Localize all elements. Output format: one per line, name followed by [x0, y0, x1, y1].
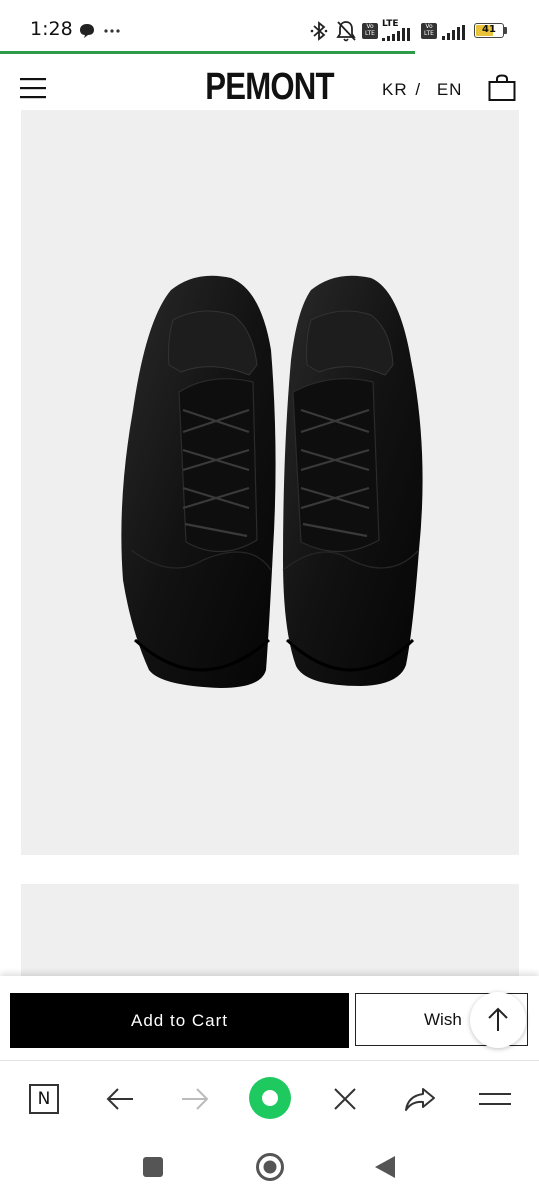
bell-off-icon [336, 21, 356, 42]
forward-arrow-icon [182, 1088, 209, 1110]
volte-icon-2: Vo LTE [421, 23, 437, 39]
chat-bubble-icon [80, 24, 94, 38]
lte-signal-icon [382, 28, 410, 41]
back-button[interactable] [100, 1079, 140, 1119]
home-circle-icon[interactable] [255, 1152, 285, 1182]
black-leather-sneakers-photo [121, 275, 423, 688]
arrow-up-icon [488, 1007, 508, 1031]
shopping-bag-icon[interactable] [488, 74, 516, 102]
lang-en-link[interactable]: EN [437, 80, 463, 99]
battery-icon: 41 [474, 23, 504, 38]
product-image-secondary[interactable] [21, 884, 519, 984]
volte-icon: Vo LTE [362, 23, 378, 39]
menu-lines-icon [479, 1093, 511, 1105]
wish-label: Wish [424, 1009, 462, 1029]
add-to-cart-button[interactable]: Add to Cart [10, 993, 349, 1048]
lang-kr-link[interactable]: KR [382, 80, 408, 99]
battery-level: 41 [482, 24, 496, 35]
language-switch: KR / EN [382, 80, 464, 100]
browser-toolbar: N [0, 1060, 539, 1136]
naver-n-icon: N [29, 1084, 59, 1114]
menu-button[interactable] [475, 1079, 515, 1119]
product-image-main[interactable] [21, 110, 519, 855]
back-triangle-icon[interactable] [373, 1154, 397, 1180]
android-nav-bar [0, 1135, 539, 1200]
naver-home-button[interactable]: N [24, 1079, 64, 1119]
site-header: PEMONT KR / EN [0, 54, 539, 110]
status-bar: 1:28 Vo LTE LTE Vo LTE 41 [0, 0, 539, 52]
close-x-icon [334, 1088, 356, 1110]
back-arrow-icon [106, 1088, 133, 1110]
purchase-bar: Add to Cart Wish [0, 976, 539, 1060]
share-button[interactable] [400, 1079, 440, 1119]
bluetooth-icon [310, 21, 328, 41]
recent-apps-square-icon[interactable] [142, 1156, 164, 1178]
battery-tip [504, 27, 507, 34]
hamburger-icon[interactable] [20, 76, 46, 100]
right-shoe [282, 275, 423, 686]
lang-separator: / [415, 80, 422, 99]
close-button[interactable] [325, 1079, 365, 1119]
more-dots-icon [104, 29, 120, 33]
share-arrow-icon [405, 1088, 435, 1111]
green-home-button[interactable] [248, 1076, 292, 1120]
signal-icon [442, 25, 465, 40]
left-shoe [121, 275, 276, 688]
scroll-to-top-button[interactable] [470, 992, 526, 1048]
green-home-dot-icon [249, 1077, 291, 1119]
status-time: 1:28 [30, 18, 73, 40]
forward-button[interactable] [175, 1079, 215, 1119]
